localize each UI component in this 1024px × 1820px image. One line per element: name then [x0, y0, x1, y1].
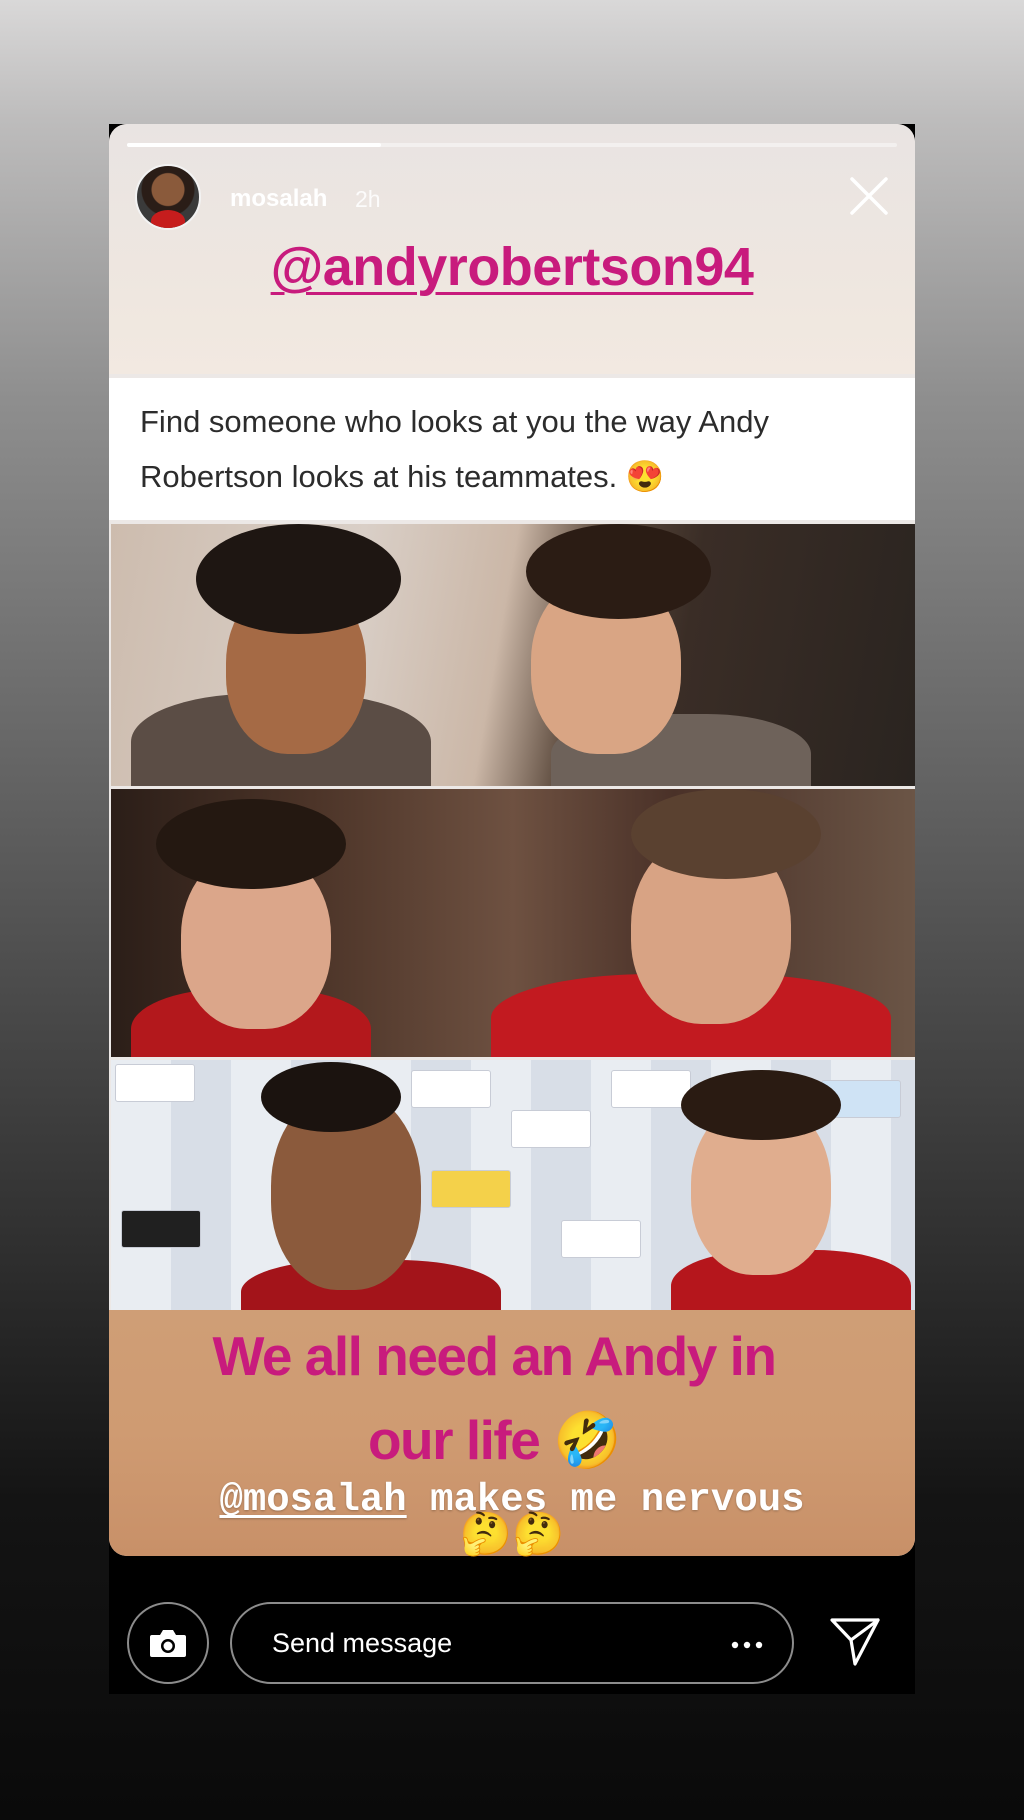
sponsor-board [411, 1070, 491, 1108]
mention-sticker[interactable]: @andyrobertson94 [109, 236, 915, 298]
photo-panel-3 [111, 1060, 915, 1314]
sponsor-board [115, 1064, 195, 1102]
photo-panel-1 [111, 524, 915, 786]
story-frame[interactable]: mosalah 2h @andyrobertson94 Find someone… [109, 124, 915, 1556]
sponsor-board [611, 1070, 691, 1108]
more-icon[interactable] [722, 1630, 772, 1660]
close-icon[interactable] [849, 176, 889, 216]
player-hair [681, 1070, 841, 1140]
camera-button[interactable] [127, 1602, 209, 1684]
send-message-input[interactable]: Send message [230, 1602, 794, 1684]
photo-panel-2 [111, 789, 915, 1057]
overlay-caption: We all need an Andy in our life 🤣 [129, 1314, 859, 1482]
overlay-caption-line-2: our life 🤣 [367, 1409, 622, 1471]
story-progress-fill [127, 143, 382, 147]
sponsor-board [511, 1110, 591, 1148]
sponsor-board [121, 1210, 201, 1248]
send-message-placeholder: Send message [272, 1628, 453, 1658]
story-username[interactable]: mosalah [230, 185, 327, 213]
sponsor-board [431, 1170, 511, 1208]
mention-handle[interactable]: @andyrobertson94 [271, 237, 754, 297]
sponsor-board [561, 1220, 641, 1258]
player-hair [526, 524, 711, 619]
player-hair [196, 524, 401, 634]
thinking-emoji-row: 🤔🤔 [459, 1510, 565, 1557]
caption-text: Find someone who looks at you the way An… [140, 404, 769, 494]
story-viewer: mosalah 2h @andyrobertson94 Find someone… [109, 124, 915, 1694]
overlay-caption-line-1: We all need an Andy in [212, 1325, 777, 1387]
caption-panel: Find someone who looks at you the way An… [109, 378, 915, 520]
camera-icon [150, 1630, 186, 1657]
player-hair [156, 799, 346, 889]
send-icon[interactable] [827, 1614, 883, 1670]
avatar[interactable] [135, 164, 201, 230]
player-hair [631, 789, 821, 879]
story-timestamp: 2h [355, 186, 381, 212]
player-hair [261, 1062, 401, 1132]
story-progress-bar [127, 143, 897, 147]
